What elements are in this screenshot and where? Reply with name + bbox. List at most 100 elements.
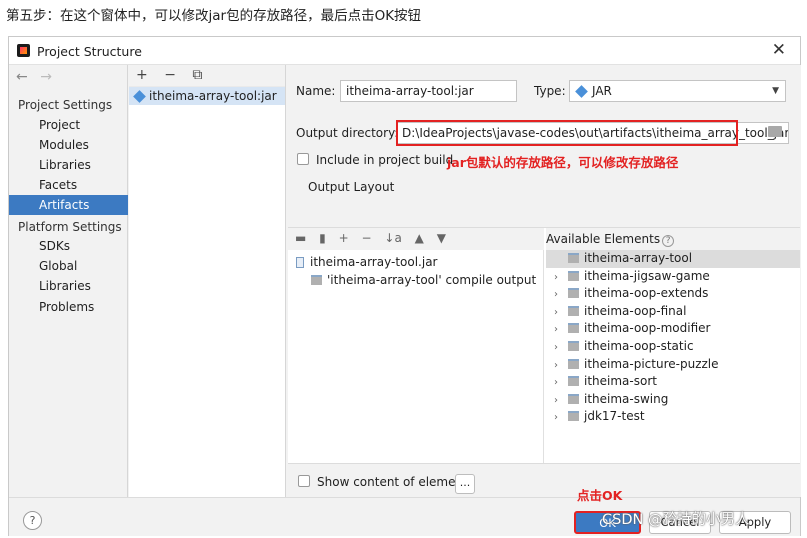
module-folder-icon <box>568 270 579 281</box>
layout-tree-label: itheima-array-tool.jar <box>310 255 438 269</box>
artifacts-list-panel: + − ⧉ itheima-array-tool:jar <box>129 65 286 497</box>
sort-icon[interactable]: ↓a <box>384 231 401 245</box>
tab-output-layout[interactable]: Output Layout <box>308 180 394 194</box>
type-value: JAR <box>592 84 612 98</box>
type-select[interactable]: JAR ▼ <box>569 80 786 102</box>
chevron-right-icon[interactable]: › <box>554 339 568 357</box>
available-element-item[interactable]: › itheima-oop-extends <box>546 285 800 303</box>
name-label: Name: <box>296 84 336 98</box>
chevron-right-icon[interactable]: › <box>554 304 568 322</box>
name-input[interactable]: itheima-array-tool:jar <box>340 80 517 102</box>
module-folder-icon <box>568 376 579 387</box>
available-element-item[interactable]: › itheima-swing <box>546 391 800 409</box>
intellij-logo-icon <box>17 44 30 57</box>
artifacts-toolbar: + − ⧉ <box>129 65 285 87</box>
layout-tree-label: 'itheima-array-tool' compile output <box>327 273 537 287</box>
window-title: Project Structure <box>37 44 142 59</box>
title-bar: Project Structure ✕ <box>9 37 800 65</box>
layout-toolbar: ▬ ▮ + − ↓a ▲ ▼ <box>288 228 544 250</box>
new-directory-icon[interactable]: ▬ <box>295 231 306 245</box>
artifact-jar-icon <box>133 90 146 103</box>
history-nav: ← → <box>16 69 60 85</box>
settings-sidebar: ← → Project Settings Project Modules Lib… <box>9 65 128 497</box>
forward-arrow-icon[interactable]: → <box>40 69 52 85</box>
help-button[interactable]: ? <box>23 511 42 530</box>
chevron-right-icon[interactable]: › <box>554 286 568 304</box>
include-in-build-checkbox[interactable] <box>297 153 309 165</box>
ok-annotation: 点击OK <box>577 488 623 503</box>
module-folder-icon <box>568 253 579 263</box>
chevron-right-icon[interactable]: › <box>554 321 568 339</box>
type-label: Type: <box>534 84 566 98</box>
sidebar-item-project[interactable]: Project <box>9 115 128 135</box>
show-content-label: Show content of elements <box>317 475 475 489</box>
module-output-icon <box>311 275 322 285</box>
available-element-item[interactable]: › itheima-picture-puzzle <box>546 356 800 374</box>
sidebar-item-global-libraries[interactable]: Global Libraries <box>9 256 128 293</box>
remove-artifact-icon[interactable]: − <box>164 67 176 83</box>
available-element-item[interactable]: › itheima-oop-modifier <box>546 320 800 338</box>
module-folder-icon <box>568 341 579 351</box>
dialog-footer: ? 点击OK OK Cancel Apply <box>9 488 800 536</box>
copy-artifact-icon[interactable]: ⧉ <box>192 67 202 83</box>
available-elements-title: Available Elements <box>546 232 661 246</box>
artifact-config-panel: Name: itheima-array-tool:jar Type: JAR ▼… <box>287 65 801 497</box>
layout-tree-item[interactable]: 'itheima-array-tool' compile output <box>311 272 536 288</box>
sidebar-item-artifacts[interactable]: Artifacts <box>9 195 128 215</box>
available-elements-header: Available Elements? <box>546 228 800 250</box>
output-layout-area: ▬ ▮ + − ↓a ▲ ▼ itheima-array-tool.jar 'i… <box>288 227 800 464</box>
jar-file-icon <box>296 257 304 268</box>
module-folder-icon <box>568 305 579 316</box>
instruction-caption: 第五步：在这个窗体中，可以修改jar包的存放路径，最后点击OK按钮 <box>6 8 422 24</box>
available-element-item[interactable]: › itheima-sort <box>546 373 800 391</box>
chevron-down-icon: ▼ <box>772 86 779 96</box>
show-content-row: Show content of elements ... <box>288 463 800 497</box>
add-icon[interactable]: + <box>339 231 349 245</box>
cancel-button[interactable]: Cancel <box>649 511 711 534</box>
browse-folder-icon[interactable] <box>768 126 782 137</box>
sidebar-item-facets[interactable]: Facets <box>9 175 128 195</box>
available-element-item[interactable]: › jdk17-test <box>546 408 800 426</box>
add-archive-icon[interactable]: ▮ <box>319 231 326 245</box>
artifact-label: itheima-array-tool:jar <box>149 89 277 103</box>
chevron-right-icon[interactable]: › <box>554 269 568 287</box>
project-settings-header: Project Settings <box>18 98 113 112</box>
available-element-item[interactable]: › itheima-oop-static <box>546 338 800 356</box>
project-structure-dialog: Project Structure ✕ ← → Project Settings… <box>8 36 801 536</box>
chevron-right-icon[interactable]: › <box>554 357 568 375</box>
layout-tree: itheima-array-tool.jar 'itheima-array-to… <box>288 250 544 464</box>
move-down-icon[interactable]: ▼ <box>437 231 446 245</box>
chevron-right-icon[interactable]: › <box>554 392 568 410</box>
move-up-icon[interactable]: ▲ <box>415 231 424 245</box>
output-directory-highlight <box>396 120 738 146</box>
add-artifact-icon[interactable]: + <box>136 67 148 83</box>
chevron-right-icon[interactable]: › <box>554 374 568 392</box>
sidebar-item-problems[interactable]: Problems <box>9 297 128 317</box>
available-element-item[interactable]: › itheima-oop-final <box>546 303 800 321</box>
include-in-build-label: Include in project build <box>316 153 454 167</box>
module-folder-icon <box>568 323 579 334</box>
chevron-right-icon[interactable]: › <box>554 409 568 427</box>
output-directory-annotation: jar包默认的存放路径，可以修改存放路径 <box>447 155 679 170</box>
apply-button[interactable]: Apply <box>719 511 791 534</box>
output-directory-label: Output directory: <box>296 126 399 140</box>
module-folder-icon <box>568 288 579 299</box>
module-folder-icon <box>568 411 579 422</box>
sidebar-item-modules[interactable]: Modules <box>9 135 128 155</box>
module-folder-icon <box>568 393 579 404</box>
sidebar-item-libraries[interactable]: Libraries <box>9 155 128 175</box>
layout-tree-item[interactable]: itheima-array-tool.jar <box>296 254 437 270</box>
show-content-checkbox[interactable] <box>298 475 310 487</box>
ok-button[interactable]: OK <box>574 511 641 534</box>
module-folder-icon <box>568 358 579 369</box>
back-arrow-icon[interactable]: ← <box>16 69 28 85</box>
artifact-list-item[interactable]: itheima-array-tool:jar <box>129 87 285 105</box>
jar-type-icon <box>575 85 588 98</box>
available-element-item[interactable]: › itheima-jigsaw-game <box>546 268 800 286</box>
remove-icon[interactable]: − <box>362 231 372 245</box>
show-content-options-button[interactable]: ... <box>455 474 475 494</box>
sidebar-item-sdks[interactable]: SDKs <box>9 236 128 256</box>
help-icon[interactable]: ? <box>662 235 675 247</box>
close-icon[interactable]: ✕ <box>772 40 786 60</box>
available-element-item[interactable]: itheima-array-tool <box>546 250 800 268</box>
